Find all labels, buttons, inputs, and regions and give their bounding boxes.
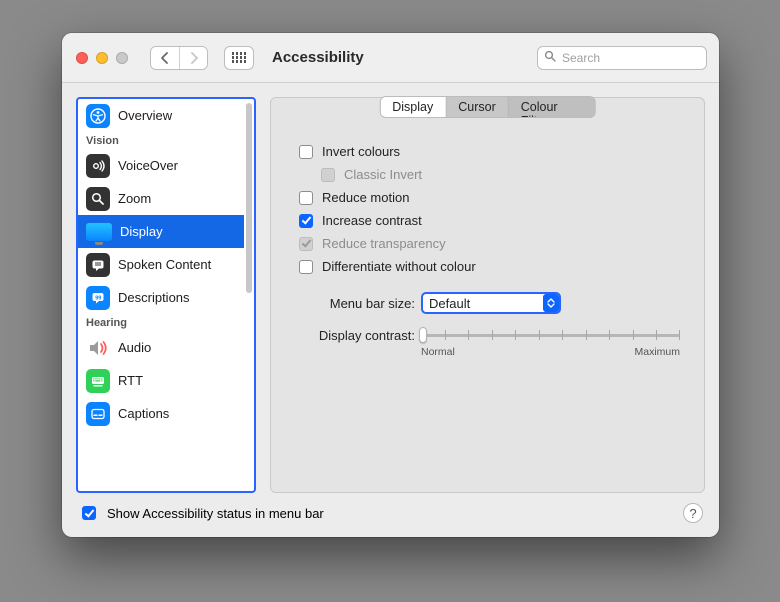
sidebar-item-display[interactable]: Display — [78, 215, 244, 248]
forward-button[interactable] — [179, 47, 207, 69]
zoom-icon — [86, 187, 110, 211]
close-window-button[interactable] — [76, 52, 88, 64]
voiceover-icon — [86, 154, 110, 178]
sidebar-section-vision: Vision — [78, 132, 244, 149]
display-contrast-slider[interactable] — [421, 326, 680, 344]
nav-segmented — [150, 46, 208, 70]
search-field[interactable] — [537, 46, 707, 70]
checkbox-label: Increase contrast — [322, 213, 422, 228]
descriptions-icon: 99 — [86, 286, 110, 310]
grid-icon — [232, 52, 247, 63]
svg-text:99: 99 — [95, 295, 101, 301]
captions-icon — [86, 402, 110, 426]
tab-cursor[interactable]: Cursor — [446, 97, 509, 117]
option-classic-invert: Classic Invert — [295, 163, 680, 186]
sidebar-item-audio[interactable]: Audio — [78, 331, 244, 364]
rtt-icon — [86, 369, 110, 393]
accessibility-prefs-window: Accessibility Overview Vision — [62, 33, 719, 537]
sidebar-item-label: Descriptions — [118, 290, 190, 305]
reduce-transparency-checkbox — [299, 237, 313, 251]
sidebar-item-label: Overview — [118, 108, 172, 123]
chevron-right-icon — [190, 52, 198, 64]
checkbox-label: Reduce transparency — [322, 236, 446, 251]
tab-display[interactable]: Display — [380, 97, 446, 117]
sidebar-item-spoken-content[interactable]: Spoken Content — [78, 248, 244, 281]
help-button[interactable]: ? — [683, 503, 703, 523]
spoken-content-icon — [86, 253, 110, 277]
footer: Show Accessibility status in menu bar ? — [62, 493, 719, 537]
reduce-motion-checkbox[interactable] — [299, 191, 313, 205]
increase-contrast-checkbox[interactable] — [299, 214, 313, 228]
detail-panel: Display Cursor Colour Filters Invert col… — [270, 97, 705, 493]
differentiate-checkbox[interactable] — [299, 260, 313, 274]
sidebar-item-label: Display — [120, 224, 163, 239]
invert-colours-checkbox[interactable] — [299, 145, 313, 159]
window-toolbar: Accessibility — [62, 33, 719, 83]
slider-min-label: Normal — [421, 346, 455, 358]
search-input[interactable] — [560, 50, 700, 66]
slider-knob[interactable] — [419, 327, 427, 343]
zoom-window-button[interactable] — [116, 52, 128, 64]
sidebar-item-descriptions[interactable]: 99 Descriptions — [78, 281, 244, 314]
detail-panel-wrap: Display Cursor Colour Filters Invert col… — [270, 97, 705, 493]
sidebar-item-overview[interactable]: Overview — [78, 99, 244, 132]
panel-tabs: Display Cursor Colour Filters — [379, 96, 596, 118]
checkbox-label: Reduce motion — [322, 190, 409, 205]
sidebar-item-label: RTT — [118, 373, 143, 388]
scroll-thumb[interactable] — [246, 103, 252, 293]
sidebar-item-label: Captions — [118, 406, 169, 421]
classic-invert-checkbox — [321, 168, 335, 182]
scrollbar[interactable] — [246, 101, 252, 489]
option-reduce-motion: Reduce motion — [295, 186, 680, 209]
checkbox-label: Invert colours — [322, 144, 400, 159]
sidebar-item-voiceover[interactable]: VoiceOver — [78, 149, 244, 182]
chevron-left-icon — [161, 52, 169, 64]
option-invert-colours: Invert colours — [295, 140, 680, 163]
sidebar-item-captions[interactable]: Captions — [78, 397, 244, 430]
sidebar-item-label: Audio — [118, 340, 151, 355]
menu-bar-size-label: Menu bar size: — [295, 296, 415, 311]
option-increase-contrast: Increase contrast — [295, 209, 680, 232]
checkbox-label: Classic Invert — [344, 167, 422, 182]
show-all-button[interactable] — [224, 46, 254, 70]
menu-bar-size-select[interactable]: Default — [421, 292, 561, 314]
page-title: Accessibility — [272, 49, 364, 66]
tab-colour-filters[interactable]: Colour Filters — [509, 97, 595, 117]
checkbox-label: Differentiate without colour — [322, 259, 476, 274]
display-contrast-row: Display contrast: — [295, 326, 680, 358]
sidebar-section-hearing: Hearing — [78, 314, 244, 331]
display-contrast-label: Display contrast: — [295, 326, 415, 343]
minimise-window-button[interactable] — [96, 52, 108, 64]
slider-max-label: Maximum — [634, 346, 680, 358]
option-reduce-transparency: Reduce transparency — [295, 232, 680, 255]
show-status-label: Show Accessibility status in menu bar — [107, 506, 324, 521]
help-icon: ? — [689, 506, 696, 521]
show-status-checkbox[interactable] — [82, 506, 96, 520]
select-value: Default — [429, 296, 470, 311]
accessibility-icon — [86, 104, 110, 128]
audio-icon — [86, 336, 110, 360]
select-stepper-icon — [543, 294, 559, 312]
sidebar-item-rtt[interactable]: RTT — [78, 364, 244, 397]
body-area: Overview Vision VoiceOver Zoom — [62, 83, 719, 493]
sidebar-item-label: Zoom — [118, 191, 151, 206]
menu-bar-size-row: Menu bar size: Default — [295, 292, 680, 314]
search-icon — [544, 50, 556, 65]
sidebar-item-label: VoiceOver — [118, 158, 178, 173]
sidebar: Overview Vision VoiceOver Zoom — [76, 97, 256, 493]
option-differentiate: Differentiate without colour — [295, 255, 680, 278]
sidebar-item-label: Spoken Content — [118, 257, 211, 272]
display-icon — [86, 223, 112, 241]
sidebar-item-zoom[interactable]: Zoom — [78, 182, 244, 215]
traffic-lights — [76, 52, 128, 64]
back-button[interactable] — [151, 47, 179, 69]
